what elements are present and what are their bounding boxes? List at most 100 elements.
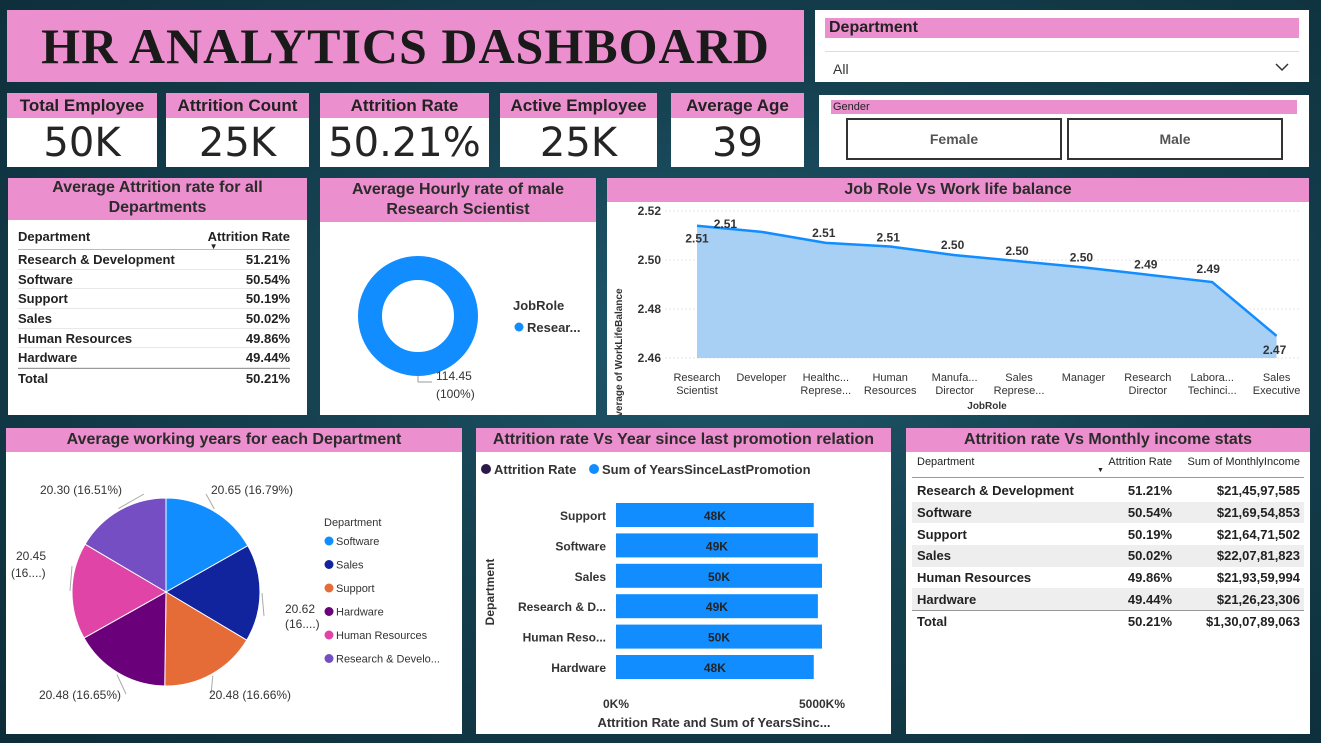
cell: Software [917,505,972,521]
gender-male-button[interactable]: Male [1067,118,1283,160]
pie-data-label: 20.65 (16.79%) [211,483,293,497]
y-tick-label: 2.52 [638,204,662,218]
x-tick-label: Techinci... [1188,385,1237,397]
donut-value-label: 114.45 [436,369,472,383]
x-tick-label: Director [935,385,974,397]
cell: 50.02% [1127,548,1172,564]
legend-label-years[interactable]: Sum of YearsSinceLastPromotion [602,462,811,477]
pie-legend-item[interactable]: Sales [336,560,364,572]
cell: 50.54% [1127,505,1172,521]
pie-data-label: (16....) [11,566,46,580]
page-title: HR ANALYTICS DASHBOARD [41,18,770,74]
table-header: Department Attrition Rate ▼ [18,224,290,251]
working-years-pie-card: Average working years for each Departmen… [6,428,462,734]
pie-data-label: (16....) [285,617,320,631]
bar-data-label: 48K [704,661,726,675]
pie-leader-line [261,593,265,617]
bar-data-label: 49K [706,539,728,553]
table-row: Human Resources 49.86% [18,329,290,349]
area-fill[interactable] [697,225,1277,358]
attrition-rate-table-card: Average Attrition rate for all Departmen… [8,178,307,415]
pie-legend-marker [324,607,334,616]
pie-legend-item[interactable]: Hardware [336,607,384,619]
column-header-sorted[interactable]: Attrition Rate ▼ [207,229,290,251]
column-header[interactable]: Department [18,229,208,244]
cell: 50.19% [1127,526,1172,542]
kpi-value: 25K [539,120,618,166]
x-tick-label: Executive [1253,385,1301,397]
x-tick-label: Manager [1062,372,1106,384]
y-tick-label: Support [560,509,606,523]
gender-slicer: Gender Female Male [819,95,1309,167]
department-slicer: Department All [815,10,1309,82]
column-header[interactable]: Sum of MonthlyIncome [1172,456,1304,477]
x-tick-label: Director [1129,385,1168,397]
donut-legend-item[interactable]: Resear... [527,320,581,335]
department-dropdown[interactable]: All [825,51,1299,83]
data-label: 2.47 [1263,343,1287,357]
kpi-label: Average Age [671,93,804,118]
column-header-sorted[interactable]: Attrition Rate ▼ [1092,456,1172,477]
cell: 51.21% [245,251,290,267]
column-header-label: Attrition Rate [1108,456,1172,468]
cell: $21,93,59,994 [1216,570,1300,586]
kpi-value: 50K [43,120,121,166]
legend-label-attrition[interactable]: Attrition Rate [494,462,576,477]
kpi-active-employee: Active Employee 25K [500,93,657,167]
table-total-row: Total 50.21% $1,30,07,89,063 [912,610,1304,632]
x-tick-label: Healthc... [803,372,849,384]
cell: Hardware [917,591,977,607]
pie-legend-item[interactable]: Software [336,536,379,548]
kpi-label: Attrition Rate [320,93,489,118]
data-label: 2.51 [877,231,901,245]
cell: Sales [18,310,52,326]
monthly-income-table: Department Attrition Rate ▼ Sum of Monthl… [912,456,1304,632]
y-tick-label: Software [555,539,606,553]
x-tick-label: Developer [736,372,786,384]
x-tick-label: Scientist [676,385,718,397]
bar-data-label: 49K [706,600,728,614]
data-label: 2.50 [941,238,965,252]
table-row: Support 50.19% $21,64,71,502 [912,523,1304,545]
cell: $21,45,97,585 [1216,483,1300,499]
pie-legend-title: Department [324,517,381,529]
x-tick-label: Labora... [1190,372,1233,384]
cell: Human Resources [18,330,133,346]
y-tick-label: 2.50 [638,253,662,267]
pie-legend-item[interactable]: Research & Develo... [336,654,440,666]
gender-female-button[interactable]: Female [846,118,1062,160]
y-tick-label: 2.48 [638,302,662,316]
x-tick-label: 5000K% [799,697,845,711]
pie-legend-marker [324,536,334,546]
y-axis-title: Department [483,559,497,626]
bar-data-label: 50K [708,570,730,584]
hourly-rate-donut-card: Average Hourly rate of male Research Sci… [320,178,596,415]
promotion-bar-chart: Attrition Rate Sum of YearsSinceLastProm… [481,462,845,730]
x-tick-label: Sales [1005,372,1033,384]
data-label: 2.50 [1070,250,1094,264]
working-years-pie-chart: Department 20.65 (16.79%)Software20.62(1… [11,483,440,702]
x-tick-label: Represe... [994,385,1045,397]
pie-legend-item[interactable]: Support [336,583,375,595]
x-tick-label: Research [673,372,720,384]
data-label: 2.51 [812,226,836,240]
x-axis-title: Attrition Rate and Sum of YearsSinc... [597,715,830,730]
donut-slice[interactable] [358,256,478,376]
card-title: Average Attrition rate for all Departmen… [8,178,307,220]
pie-data-label: 20.45 [16,549,46,563]
data-label: 2.50 [1005,244,1029,258]
donut-legend-marker [514,322,524,332]
pie-legend-item[interactable]: Human Resources [336,630,428,642]
y-tick-label: Hardware [551,661,606,675]
kpi-label: Attrition Count [166,93,309,118]
cell: 49.44% [1127,591,1172,607]
column-header[interactable]: Department [912,456,1092,477]
worklife-balance-card: Job Role Vs Work life balance Average of… [607,178,1309,415]
table-row: Hardware 49.44% $21,26,23,306 [912,588,1304,611]
kpi-average-age: Average Age 39 [671,93,804,167]
pie-legend-marker [324,630,334,640]
cell: $21,69,54,853 [1216,505,1300,521]
column-header-label: Attrition Rate [207,229,290,244]
table-header: Department Attrition Rate ▼ Sum of Monthl… [912,456,1304,478]
chevron-down-icon [1275,63,1289,72]
